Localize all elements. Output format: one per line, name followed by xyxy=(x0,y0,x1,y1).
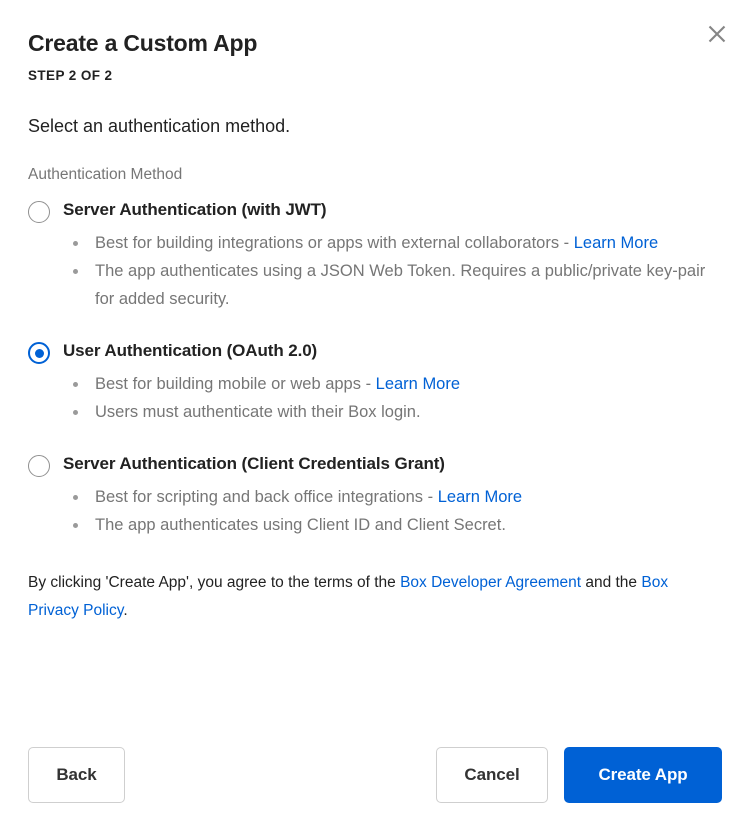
list-item: The app authenticates using Client ID an… xyxy=(63,511,722,539)
dialog-footer: Back Cancel Create App xyxy=(28,747,722,803)
option-server-ccg[interactable]: Server Authentication (Client Credential… xyxy=(28,452,722,539)
option-title[interactable]: Server Authentication (with JWT) xyxy=(63,198,722,221)
step-indicator: STEP 2 OF 2 xyxy=(28,68,113,83)
back-button[interactable]: Back xyxy=(28,747,125,803)
box-developer-agreement-link[interactable]: Box Developer Agreement xyxy=(400,574,581,591)
option-server-jwt[interactable]: Server Authentication (with JWT) Best fo… xyxy=(28,198,722,313)
option-title[interactable]: Server Authentication (Client Credential… xyxy=(63,452,722,475)
list-item: The app authenticates using a JSON Web T… xyxy=(63,257,722,313)
learn-more-link[interactable]: Learn More xyxy=(574,234,658,252)
option-title[interactable]: User Authentication (OAuth 2.0) xyxy=(63,339,722,362)
footer-actions: Cancel Create App xyxy=(436,747,722,803)
legal-text-part1: By clicking 'Create App', you agree to t… xyxy=(28,574,401,591)
list-item: Best for scripting and back office integ… xyxy=(63,483,722,511)
radio-user-oauth2[interactable] xyxy=(28,342,50,364)
authentication-method-label: Authentication Method xyxy=(28,166,183,183)
legal-disclaimer: By clicking 'Create App', you agree to t… xyxy=(28,569,722,625)
bullet-text: Users must authenticate with their Box l… xyxy=(95,403,421,421)
bullet-text: The app authenticates using a JSON Web T… xyxy=(95,262,706,308)
bullet-text: Best for building mobile or web apps - xyxy=(95,375,376,393)
radio-server-ccg[interactable] xyxy=(28,455,50,477)
radio-server-jwt[interactable] xyxy=(28,201,50,223)
bullet-text: Best for scripting and back office integ… xyxy=(95,488,438,506)
option-bullets: Best for scripting and back office integ… xyxy=(63,483,722,539)
learn-more-link[interactable]: Learn More xyxy=(376,375,460,393)
page-title: Create a Custom App xyxy=(28,30,258,56)
option-bullets: Best for building mobile or web apps - L… xyxy=(63,370,722,426)
cancel-button[interactable]: Cancel xyxy=(436,747,548,803)
option-bullets: Best for building integrations or apps w… xyxy=(63,229,722,313)
option-user-oauth2[interactable]: User Authentication (OAuth 2.0) Best for… xyxy=(28,339,722,426)
intro-text: Select an authentication method. xyxy=(28,116,291,136)
list-item: Users must authenticate with their Box l… xyxy=(63,398,722,426)
create-custom-app-dialog: Create a Custom App STEP 2 OF 2 Select a… xyxy=(0,0,750,831)
close-icon[interactable] xyxy=(702,19,732,49)
bullet-text: Best for building integrations or apps w… xyxy=(95,234,574,252)
bullet-text: The app authenticates using Client ID an… xyxy=(95,516,506,534)
create-app-button[interactable]: Create App xyxy=(564,747,722,803)
legal-text-part2: and the xyxy=(581,574,642,591)
legal-text-part3: . xyxy=(123,602,128,619)
learn-more-link[interactable]: Learn More xyxy=(438,488,522,506)
list-item: Best for building integrations or apps w… xyxy=(63,229,722,257)
list-item: Best for building mobile or web apps - L… xyxy=(63,370,722,398)
authentication-method-radio-group: Server Authentication (with JWT) Best fo… xyxy=(28,198,722,539)
dialog-header: Create a Custom App STEP 2 OF 2 xyxy=(28,0,722,84)
